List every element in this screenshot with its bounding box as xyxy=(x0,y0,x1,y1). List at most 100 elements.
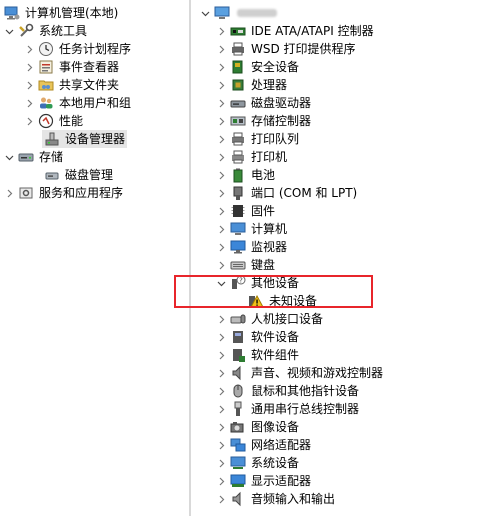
chevron-right-icon[interactable] xyxy=(216,130,226,148)
chevron-right-icon[interactable] xyxy=(4,184,14,202)
category-software-devices[interactable]: 软件设备 xyxy=(216,328,299,346)
category-firmware[interactable]: 固件 xyxy=(216,202,275,220)
tree-item-computer-management[interactable]: 计算机管理(本地) xyxy=(4,4,118,22)
chevron-right-icon[interactable] xyxy=(216,220,226,238)
chevron-right-icon[interactable] xyxy=(216,58,226,76)
tree-item-performance[interactable]: 性能 xyxy=(24,112,83,130)
category-imaging-devices[interactable]: 图像设备 xyxy=(216,418,299,436)
tree-item-local-users-groups[interactable]: 本地用户和组 xyxy=(24,94,131,112)
category-printers[interactable]: 打印机 xyxy=(216,148,287,166)
tree-item-storage[interactable]: 存储 xyxy=(4,148,63,166)
category-security-devices[interactable]: 安全设备 xyxy=(216,58,299,76)
tree-item-label: 本地用户和组 xyxy=(59,96,132,110)
chevron-right-icon[interactable] xyxy=(24,94,34,112)
chevron-right-icon[interactable] xyxy=(216,238,226,256)
category-storage-controllers[interactable]: 存储控制器 xyxy=(216,112,311,130)
tree-item-disk-management[interactable]: 磁盘管理 xyxy=(42,166,113,184)
chevron-right-icon[interactable] xyxy=(24,76,34,94)
chevron-right-icon[interactable] xyxy=(24,112,34,130)
camera-icon xyxy=(230,422,244,433)
category-audio-io[interactable]: 音频输入和输出 xyxy=(216,490,335,508)
category-software-components[interactable]: 软件组件 xyxy=(216,346,299,364)
category-computer[interactable]: 计算机 xyxy=(216,220,287,238)
tree-item-event-viewer[interactable]: 事件查看器 xyxy=(24,58,119,76)
chevron-right-icon[interactable] xyxy=(216,472,226,490)
computer-icon xyxy=(230,222,246,235)
category-mice[interactable]: 鼠标和其他指针设备 xyxy=(216,382,359,400)
tree-item-label: 事件查看器 xyxy=(59,60,120,74)
chevron-right-icon[interactable] xyxy=(216,400,226,418)
security-device-icon xyxy=(232,60,243,74)
chevron-right-icon[interactable] xyxy=(24,58,34,76)
category-batteries[interactable]: 电池 xyxy=(216,166,275,184)
chevron-right-icon[interactable] xyxy=(216,40,226,58)
chevron-right-icon[interactable] xyxy=(216,454,226,472)
category-label: IDE ATA/ATAPI 控制器 xyxy=(251,24,374,38)
display-adapter-icon xyxy=(230,474,246,487)
chevron-right-icon[interactable] xyxy=(216,328,226,346)
battery-icon xyxy=(233,168,243,183)
firmware-icon xyxy=(231,205,245,217)
category-hid[interactable]: 人机接口设备 xyxy=(216,310,323,328)
chevron-right-icon[interactable] xyxy=(216,382,226,400)
category-display-adapters[interactable]: 显示适配器 xyxy=(216,472,311,490)
category-label: 电池 xyxy=(251,168,276,182)
chevron-right-icon[interactable] xyxy=(24,40,34,58)
category-system-devices[interactable]: 系统设备 xyxy=(216,454,299,472)
device-manager-icon xyxy=(45,132,59,146)
tree-item-label: 设备管理器 xyxy=(65,132,126,146)
event-viewer-icon xyxy=(39,60,53,74)
category-label: 鼠标和其他指针设备 xyxy=(251,384,360,398)
category-ports[interactable]: 端口 (COM 和 LPT) xyxy=(216,184,357,202)
printer-provider-icon xyxy=(232,42,244,56)
category-sound-video-game[interactable]: 声音、视频和游戏控制器 xyxy=(216,364,383,382)
category-processors[interactable]: 处理器 xyxy=(216,76,287,94)
tree-item-services-apps[interactable]: 服务和应用程序 xyxy=(4,184,123,202)
category-print-queues[interactable]: 打印队列 xyxy=(216,130,299,148)
pane-divider[interactable] xyxy=(189,0,191,516)
chevron-right-icon[interactable] xyxy=(216,310,226,328)
users-icon xyxy=(40,97,53,109)
chevron-right-icon[interactable] xyxy=(216,22,226,40)
chevron-right-icon[interactable] xyxy=(216,364,226,382)
category-label: 系统设备 xyxy=(251,456,300,470)
category-monitors[interactable]: 监视器 xyxy=(216,238,287,256)
category-disk-drives[interactable]: 磁盘驱动器 xyxy=(216,94,311,112)
services-icon xyxy=(19,187,33,199)
category-label: WSD 打印提供程序 xyxy=(251,42,356,56)
print-queue-icon xyxy=(232,132,244,146)
printer-icon xyxy=(232,150,244,164)
chevron-down-icon[interactable] xyxy=(4,148,14,166)
chevron-right-icon[interactable] xyxy=(216,436,226,454)
chevron-right-icon[interactable] xyxy=(216,346,226,364)
tree-item-task-scheduler[interactable]: 任务计划程序 xyxy=(24,40,131,58)
chevron-right-icon[interactable] xyxy=(216,490,226,508)
chevron-down-icon[interactable] xyxy=(200,4,210,22)
processor-icon xyxy=(232,79,244,91)
category-network-adapters[interactable]: 网络适配器 xyxy=(216,436,311,454)
computer-name-blurred xyxy=(237,9,277,17)
chevron-right-icon[interactable] xyxy=(216,148,226,166)
chevron-right-icon[interactable] xyxy=(216,184,226,202)
tree-item-device-manager[interactable]: 设备管理器 xyxy=(42,130,127,148)
category-wsd-print-provider[interactable]: WSD 打印提供程序 xyxy=(216,40,356,58)
chevron-right-icon[interactable] xyxy=(216,112,226,130)
chevron-right-icon[interactable] xyxy=(216,202,226,220)
chevron-right-icon[interactable] xyxy=(216,418,226,436)
clock-icon xyxy=(39,42,53,56)
tree-item-system-tools[interactable]: 系统工具 xyxy=(4,22,87,40)
category-keyboards[interactable]: 键盘 xyxy=(216,256,275,274)
tree-item-shared-folders[interactable]: 共享文件夹 xyxy=(24,76,119,94)
category-usb-controllers[interactable]: 通用串行总线控制器 xyxy=(216,400,359,418)
device-tree-root[interactable] xyxy=(200,4,277,22)
chevron-right-icon[interactable] xyxy=(216,166,226,184)
chevron-right-icon[interactable] xyxy=(216,256,226,274)
category-label: 监视器 xyxy=(251,240,288,254)
category-ide-ata-atapi[interactable]: IDE ATA/ATAPI 控制器 xyxy=(216,22,374,40)
chevron-right-icon[interactable] xyxy=(216,94,226,112)
chevron-down-icon[interactable] xyxy=(4,22,14,40)
shared-folder-icon xyxy=(38,80,54,91)
chevron-right-icon[interactable] xyxy=(216,76,226,94)
tree-item-label: 存储 xyxy=(39,150,64,164)
tree-item-label: 系统工具 xyxy=(39,24,88,38)
